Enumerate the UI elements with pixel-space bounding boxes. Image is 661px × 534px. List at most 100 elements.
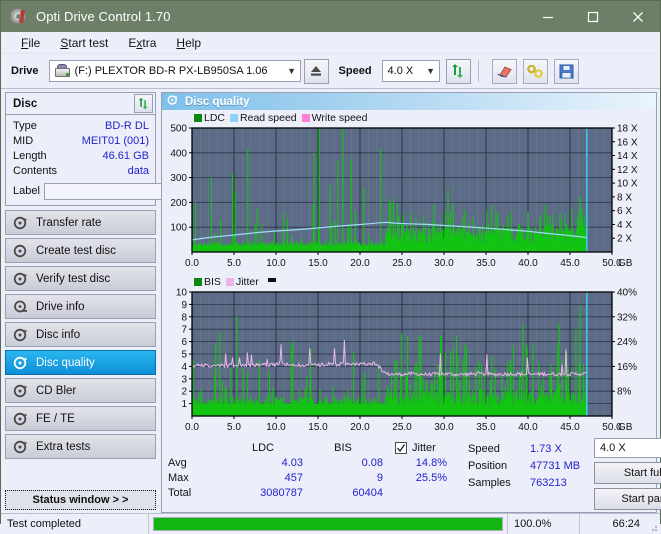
progress-fill	[154, 518, 502, 530]
sidebar-item-label: Extra tests	[36, 440, 91, 453]
svg-text:20.0: 20.0	[350, 422, 370, 433]
svg-text:18 X: 18 X	[617, 124, 638, 135]
save-button[interactable]	[553, 58, 579, 84]
menu-file[interactable]: File	[11, 36, 50, 50]
disc-label-key: Label	[13, 185, 40, 197]
disc-info-box: Disc Type BD-R DL MID MEIT01 (001) Lengt…	[5, 92, 246, 206]
stats-row-key: Max	[168, 471, 189, 484]
close-icon[interactable]	[615, 1, 660, 32]
status-window-button[interactable]: Status window > >	[5, 490, 156, 510]
menu-extra[interactable]: Extra	[118, 36, 166, 50]
svg-text:1: 1	[181, 399, 187, 410]
drive-info-icon	[13, 299, 29, 315]
sidebar-item-label: FE / TE	[36, 412, 75, 425]
elapsed-time: 66:24	[612, 518, 640, 530]
disc-value: 46.61 GB	[102, 149, 149, 162]
disc-value: data	[127, 164, 149, 177]
sidebar-item-fe-te[interactable]: FE / TE	[5, 406, 156, 431]
menu-help[interactable]: Help	[166, 36, 211, 50]
sidebar-item-create-test-disc[interactable]: Create test disc	[5, 238, 156, 263]
speed-select[interactable]: 4.0 X ▼	[381, 60, 440, 82]
legend-jitter: Jitter	[225, 276, 259, 288]
svg-text:20.0: 20.0	[350, 258, 370, 269]
page-title: Disc quality	[185, 95, 250, 108]
disc-test-icon	[13, 215, 29, 231]
disc-box-header: Disc	[6, 93, 155, 115]
legend-swatch	[194, 278, 202, 286]
top-chart[interactable]: 100 200 300 400 500 2 X 4 X 6 X 8 X 10 X 12 X 14 X 1…	[164, 124, 654, 274]
sidebar-item-transfer-rate[interactable]: Transfer rate	[5, 210, 156, 235]
svg-text:40.0: 40.0	[518, 258, 538, 269]
drive-label: Drive	[11, 65, 39, 77]
top-chart-legend: LDC Read speed Write speed	[194, 112, 654, 124]
optical-drive-icon	[54, 64, 71, 78]
svg-text:40.0: 40.0	[518, 422, 538, 433]
menu-start-test[interactable]: Start test	[50, 36, 118, 50]
tools-button[interactable]	[522, 58, 548, 84]
sidebar-item-verify-test-disc[interactable]: Verify test disc	[5, 266, 156, 291]
svg-text:2: 2	[181, 387, 187, 398]
jitter-checkbox-row[interactable]: Jitter	[395, 440, 467, 455]
svg-text:7: 7	[181, 325, 187, 336]
resize-grip[interactable]	[646, 514, 660, 534]
samples-value: 763213	[530, 476, 567, 489]
position-value: 47731 MB	[530, 459, 581, 472]
disc-key: Type	[13, 119, 37, 132]
legend-label: Write speed	[311, 112, 368, 124]
bottom-chart[interactable]: 1 2 3 4 5 6 7 8 9 10 8% 16% 24% 32% 40% 0.0 5.0 10.0 15.0 2…	[164, 288, 654, 438]
sidebar-item-label: CD Bler	[36, 384, 77, 397]
svg-text:6: 6	[181, 337, 187, 348]
svg-text:16%: 16%	[617, 362, 637, 373]
maximize-icon[interactable]	[570, 1, 615, 32]
legend-ldc: LDC	[194, 112, 225, 124]
svg-text:14 X: 14 X	[617, 151, 638, 162]
disc-properties: Type BD-R DL MID MEIT01 (001) Length 46.…	[6, 115, 246, 205]
minimize-icon[interactable]	[525, 1, 570, 32]
disc-refresh-button[interactable]	[134, 94, 153, 113]
disc-quality-icon	[13, 355, 29, 371]
sidebar-item-label: Transfer rate	[36, 216, 102, 229]
svg-text:16 X: 16 X	[617, 137, 638, 148]
stats-row-key: Total	[168, 486, 192, 499]
start-part-button[interactable]: Start part	[594, 488, 661, 510]
sidebar-item-label: Drive info	[36, 300, 85, 313]
disc-key: Length	[13, 149, 47, 162]
menu-bar: File Start test Extra Help	[1, 32, 660, 54]
svg-text:6 X: 6 X	[617, 206, 632, 217]
refresh-button[interactable]	[445, 58, 471, 84]
sidebar-item-extra-tests[interactable]: Extra tests	[5, 434, 156, 459]
progress-percent: 100.0%	[508, 514, 580, 534]
jitter-checkbox[interactable]	[395, 441, 407, 454]
disc-quality-panel: Disc quality LDC Read speed Write speed …	[161, 92, 661, 513]
toolbar-separator	[477, 60, 479, 82]
sidebar-item-disc-quality[interactable]: Disc quality	[5, 350, 156, 375]
sidebar: Disc Type BD-R DL MID MEIT01 (001) Lengt…	[1, 89, 246, 513]
legend-swatch	[225, 278, 234, 286]
sidebar-item-cd-bler[interactable]: CD Bler	[5, 378, 156, 403]
jitter-max-value: 25.5%	[415, 471, 447, 484]
erase-button[interactable]	[491, 58, 517, 84]
svg-text:5: 5	[181, 350, 187, 361]
content-panel: Disc quality LDC Read speed Write speed …	[159, 89, 661, 513]
svg-text:45.0: 45.0	[560, 258, 580, 269]
start-full-button[interactable]: Start full	[594, 462, 661, 484]
test-speed-select[interactable]: 4.0 X ▼	[594, 438, 661, 458]
stats-bis-value: 0.08	[361, 456, 383, 469]
charts-container: LDC Read speed Write speed 100 200 300 400 5…	[162, 110, 656, 438]
speed-key: Speed	[468, 442, 500, 455]
stats-bis-value: 60404	[352, 486, 383, 499]
eject-button[interactable]	[303, 58, 329, 84]
speed-label: Speed	[338, 65, 372, 77]
svg-text:4 X: 4 X	[617, 220, 632, 231]
sidebar-item-disc-info[interactable]: Disc info	[5, 322, 156, 347]
jitter-checkbox-label: Jitter	[412, 441, 436, 454]
legend-label: Jitter	[235, 276, 259, 288]
svg-text:GB: GB	[618, 258, 633, 269]
svg-text:2 X: 2 X	[617, 234, 632, 245]
legend-label: LDC	[204, 112, 226, 124]
progress-track	[153, 517, 503, 531]
drive-select[interactable]: (F:) PLEXTOR BD-R PX-LB950SA 1.06 ▼	[48, 60, 301, 82]
svg-text:200: 200	[170, 198, 187, 209]
sidebar-item-drive-info[interactable]: Drive info	[5, 294, 156, 319]
stats-ldc-value: 3080787	[260, 486, 303, 499]
